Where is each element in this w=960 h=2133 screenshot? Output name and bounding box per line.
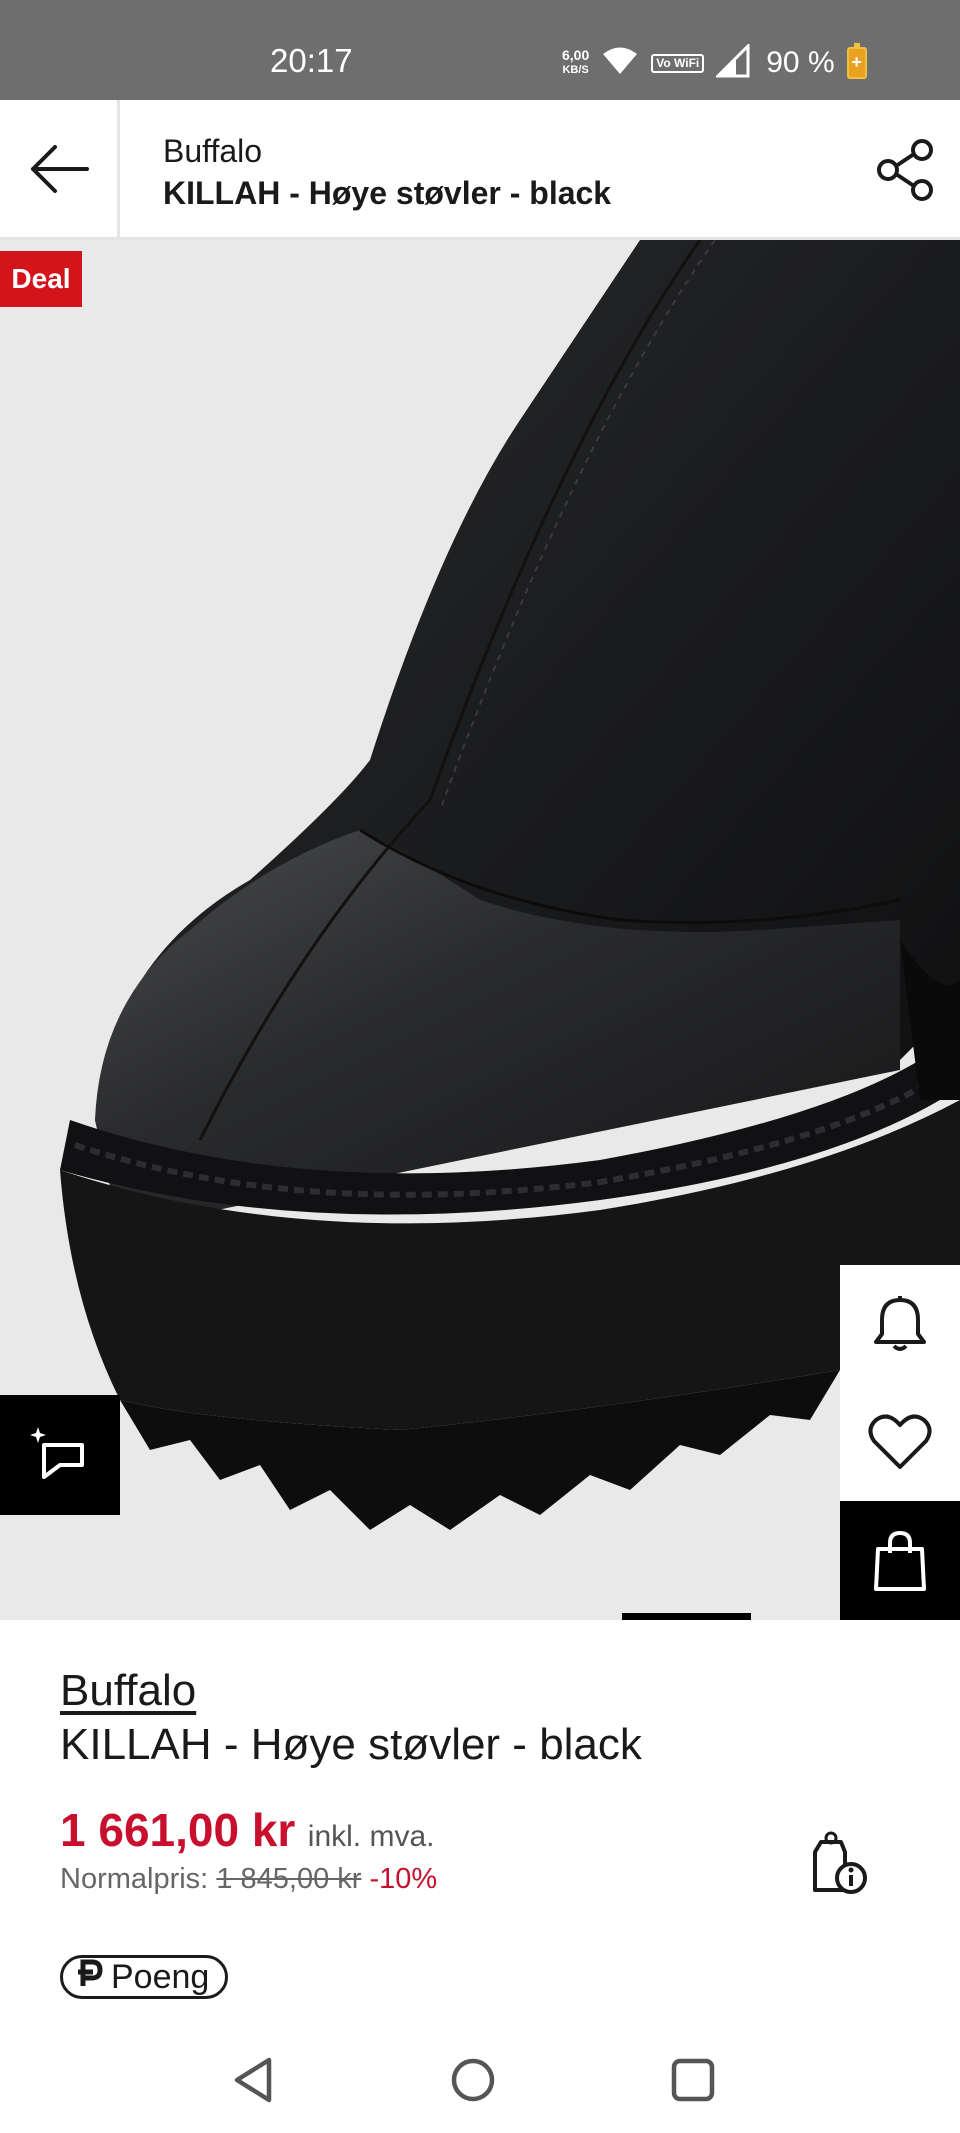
battery-icon xyxy=(846,43,867,79)
normal-price: 1 845,00 kr xyxy=(216,1863,362,1895)
app-header: Buffalo KILLAH - Høye støvler - black xyxy=(0,100,960,240)
deal-badge: Deal xyxy=(0,251,82,307)
nav-recents-button[interactable] xyxy=(666,2053,720,2107)
wifi-icon xyxy=(601,46,639,81)
square-recents-icon xyxy=(671,2058,715,2102)
shopping-bag-icon xyxy=(874,1530,926,1591)
header-title: Buffalo KILLAH - Høye støvler - black xyxy=(163,130,611,214)
points-badge[interactable]: Poeng xyxy=(60,1955,229,1999)
share-button[interactable] xyxy=(872,136,940,204)
battery-percent: 90 % xyxy=(766,46,835,79)
signal-icon xyxy=(714,41,750,83)
vat-note: inkl. mva. xyxy=(307,1820,435,1853)
status-icons: 6,00 KB/S Vo WiFi 90 % xyxy=(562,38,867,88)
product-image-carousel[interactable]: Deal xyxy=(0,240,960,1620)
nav-back-button[interactable] xyxy=(226,2053,280,2107)
vowifi-icon: Vo WiFi xyxy=(651,53,705,73)
system-nav-bar xyxy=(0,2023,960,2133)
network-speed-value: 6,00 xyxy=(562,47,590,63)
share-icon xyxy=(877,139,933,201)
add-to-bag-button[interactable] xyxy=(840,1501,960,1620)
normal-price-row: Normalpris: 1 845,00 kr -10% xyxy=(60,1863,437,1896)
sparkle-tag-icon xyxy=(30,1427,84,1479)
points-label: Poeng xyxy=(111,1957,210,1996)
points-icon xyxy=(75,1958,103,1996)
heart-icon xyxy=(868,1414,932,1469)
normal-price-label: Normalpris: xyxy=(60,1863,209,1895)
network-speed-unit: KB/S xyxy=(562,64,589,76)
header-product-name: KILLAH - Høye støvler - black xyxy=(163,175,612,211)
discount-percent: -10% xyxy=(369,1863,438,1895)
status-bar: 20:17 6,00 KB/S Vo WiFi 90 % xyxy=(0,0,960,100)
price-info-button[interactable] xyxy=(805,1830,873,1898)
bell-icon xyxy=(874,1296,926,1351)
nav-home-button[interactable] xyxy=(446,2053,500,2107)
product-brand-link[interactable]: Buffalo xyxy=(60,1665,196,1717)
price-tag-info-icon xyxy=(813,1831,867,1894)
arrow-left-icon xyxy=(30,144,89,193)
network-speed: 6,00 KB/S xyxy=(562,48,589,78)
boot-photo xyxy=(60,240,960,1530)
carousel-progress-indicator xyxy=(622,1613,751,1620)
product-name: KILLAH - Høye støvler - black xyxy=(60,1720,642,1769)
triangle-back-icon xyxy=(234,2057,272,2103)
wishlist-button[interactable] xyxy=(840,1383,960,1501)
shop-the-look-button[interactable] xyxy=(0,1395,120,1515)
header-brand: Buffalo xyxy=(163,133,263,169)
price-row: 1 661,00 kr inkl. mva. xyxy=(60,1803,434,1857)
product-info: Buffalo KILLAH - Høye støvler - black xyxy=(60,1665,920,1773)
product-side-actions xyxy=(840,1265,960,1620)
status-time: 20:17 xyxy=(270,42,353,79)
notify-button[interactable] xyxy=(840,1265,960,1383)
circle-home-icon xyxy=(451,2058,495,2102)
back-button[interactable] xyxy=(0,100,120,237)
current-price: 1 661,00 kr xyxy=(60,1804,296,1856)
